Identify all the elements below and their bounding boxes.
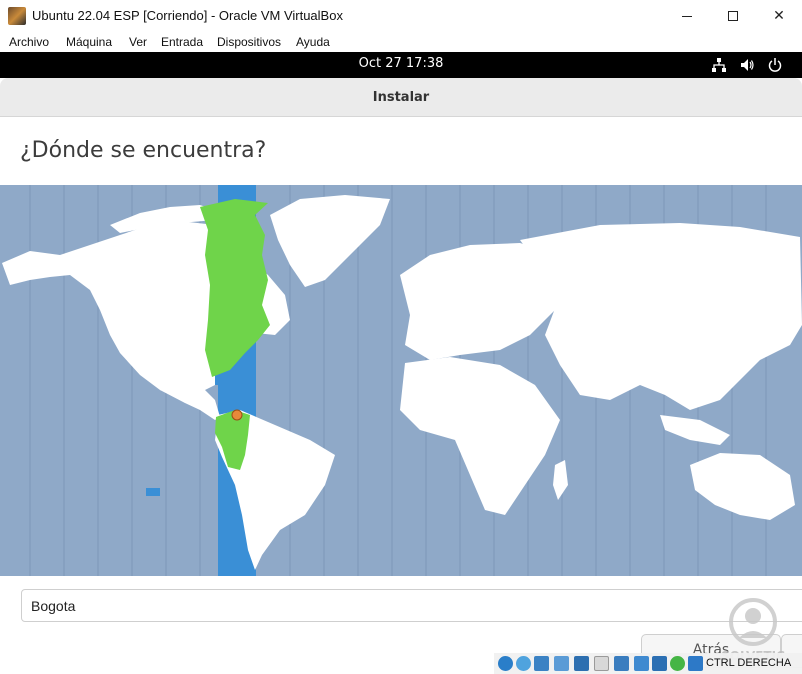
minimize-button[interactable] <box>664 0 710 32</box>
southeast-asia-islands <box>660 415 730 445</box>
timezone-map[interactable] <box>0 185 802 576</box>
volume-icon[interactable] <box>739 57 755 73</box>
mouse-integration-icon[interactable] <box>688 656 703 671</box>
menu-dispositivos[interactable]: Dispositivos <box>217 35 281 49</box>
optical-drive-icon[interactable] <box>516 656 531 671</box>
vbox-status-bar: CTRL DERECHA <box>494 653 802 674</box>
guest-additions-icon[interactable] <box>670 656 685 671</box>
close-button[interactable]: ✕ <box>756 0 802 32</box>
close-icon: ✕ <box>773 8 785 24</box>
central-america <box>160 390 220 420</box>
recording-icon[interactable] <box>634 656 649 671</box>
window-title: Ubuntu 22.04 ESP [Corriendo] - Oracle VM… <box>32 8 343 23</box>
madagascar <box>553 460 568 500</box>
menu-ver[interactable]: Ver <box>129 35 147 49</box>
cpu-icon[interactable] <box>652 656 667 671</box>
maximize-button[interactable] <box>710 0 756 32</box>
virtualbox-app-icon <box>8 7 26 25</box>
location-marker-icon[interactable] <box>231 409 243 421</box>
maximize-icon <box>728 11 738 21</box>
installer-header: Instalar <box>0 78 802 117</box>
small-island-marker <box>146 488 160 496</box>
installer-title: Instalar <box>372 90 430 105</box>
clock[interactable]: Oct 27 17:38 <box>0 56 802 71</box>
location-input[interactable]: Bogota <box>21 589 802 622</box>
audio-icon[interactable] <box>534 656 549 671</box>
world-map-graphic[interactable] <box>0 185 802 576</box>
north-america <box>2 221 215 403</box>
minimize-icon <box>682 15 692 17</box>
menu-maquina[interactable]: Máquina <box>66 35 112 49</box>
window-titlebar[interactable]: Ubuntu 22.04 ESP [Corriendo] - Oracle VM… <box>0 0 802 32</box>
greenland <box>270 195 390 287</box>
display-icon[interactable] <box>614 656 629 671</box>
australia <box>690 453 795 520</box>
menu-entrada[interactable]: Entrada <box>161 35 203 49</box>
network-icon[interactable] <box>711 57 727 73</box>
host-key-label: CTRL DERECHA <box>706 657 792 669</box>
africa <box>400 357 560 515</box>
shared-folders-icon[interactable] <box>594 656 609 671</box>
network-adapter-icon[interactable] <box>554 656 569 671</box>
usb-icon[interactable] <box>574 656 589 671</box>
selected-region-north <box>200 199 270 377</box>
menu-bar: Archivo Máquina Ver Entrada Dispositivos… <box>0 32 802 52</box>
ubuntu-top-bar: Oct 27 17:38 <box>0 52 802 78</box>
menu-ayuda[interactable]: Ayuda <box>296 35 330 49</box>
hard-disk-icon[interactable] <box>498 656 513 671</box>
page-title: ¿Dónde se encuentra? <box>20 138 267 163</box>
menu-archivo[interactable]: Archivo <box>9 35 49 49</box>
power-icon[interactable] <box>767 57 783 73</box>
